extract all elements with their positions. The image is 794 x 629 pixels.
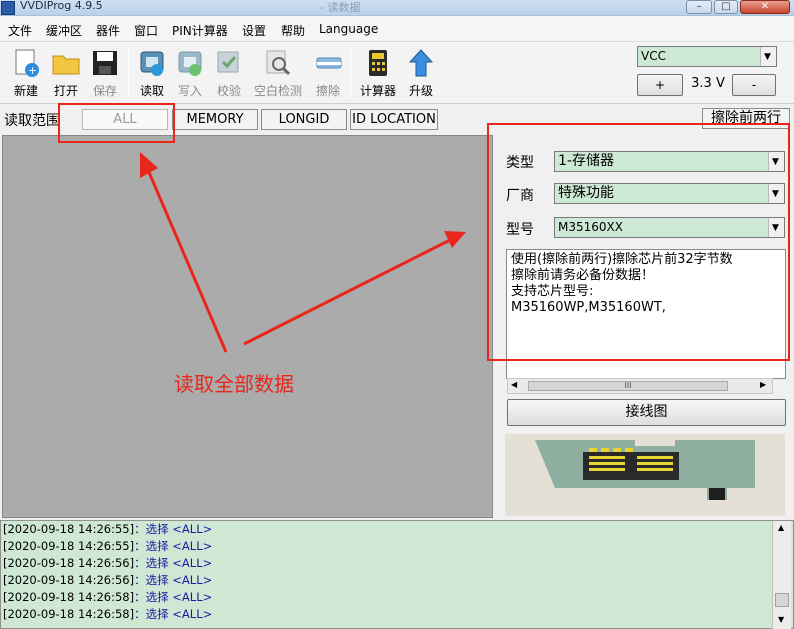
arrow-line-left [146, 169, 228, 353]
annotation-arrows [140, 152, 466, 353]
arrow-line-right [243, 238, 451, 346]
annotation-label: 读取全部数据 [174, 372, 294, 396]
arrow-head-right [444, 231, 466, 248]
